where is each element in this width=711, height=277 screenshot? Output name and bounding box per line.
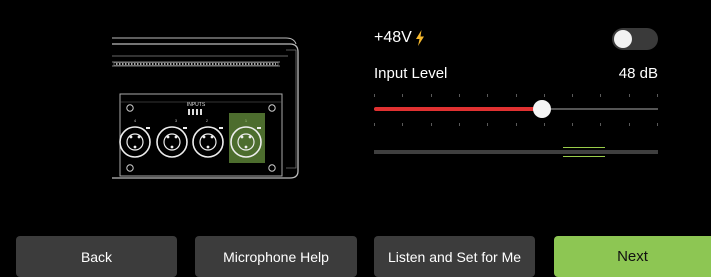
slider-tick	[516, 123, 517, 126]
level-meter-peak	[563, 147, 606, 157]
slider-fill	[374, 107, 542, 111]
slider-tick	[657, 123, 658, 126]
slider-tick	[600, 123, 601, 126]
level-meter-track	[374, 150, 658, 154]
slider-tick	[544, 123, 545, 126]
toggle-knob	[614, 30, 632, 48]
slider-tick	[600, 94, 601, 97]
phantom-power-row: +48V	[374, 28, 658, 50]
slider-tick	[459, 123, 460, 126]
slider-tick	[629, 94, 630, 97]
input-level-row: Input Level 48 dB	[374, 64, 658, 84]
back-button[interactable]: Back	[16, 236, 177, 277]
channel-number-4: 4	[134, 118, 137, 123]
slider-tick	[572, 123, 573, 126]
phantom-power-label: +48V	[374, 29, 412, 46]
input-level-label: Input Level	[374, 65, 448, 82]
slider-thumb[interactable]	[532, 100, 551, 118]
slider-tick	[402, 94, 403, 97]
slider-tick	[374, 94, 375, 97]
slider-tick	[431, 94, 432, 97]
channel-number-3: 3	[175, 118, 178, 123]
next-button[interactable]: Next	[554, 236, 711, 277]
listen-and-set-button[interactable]: Listen and Set for Me	[374, 236, 535, 277]
phantom-power-toggle[interactable]	[612, 28, 658, 50]
inputs-label: INPUTS	[187, 102, 206, 108]
phantom-power-label-group: +48V	[374, 29, 425, 47]
slider-tick	[402, 123, 403, 126]
level-meter	[374, 146, 658, 158]
input-level-value: 48 dB	[618, 65, 658, 82]
input-level-slider[interactable]	[374, 92, 658, 128]
selected-channel-highlight	[229, 113, 265, 163]
slider-tick	[431, 123, 432, 126]
slider-tick	[544, 94, 545, 97]
slider-tick	[459, 94, 460, 97]
interface-device-illustration: INPUTS 4 3 2 1	[110, 36, 310, 186]
lightning-bolt-icon	[415, 30, 425, 46]
slider-tick	[657, 94, 658, 97]
slider-tick	[487, 94, 488, 97]
slider-tick	[629, 123, 630, 126]
slider-tick	[374, 123, 375, 126]
slider-tick	[572, 94, 573, 97]
slider-tick	[516, 94, 517, 97]
channel-number-2: 2	[206, 118, 209, 123]
slider-tick	[487, 123, 488, 126]
microphone-help-button[interactable]: Microphone Help	[195, 236, 357, 277]
